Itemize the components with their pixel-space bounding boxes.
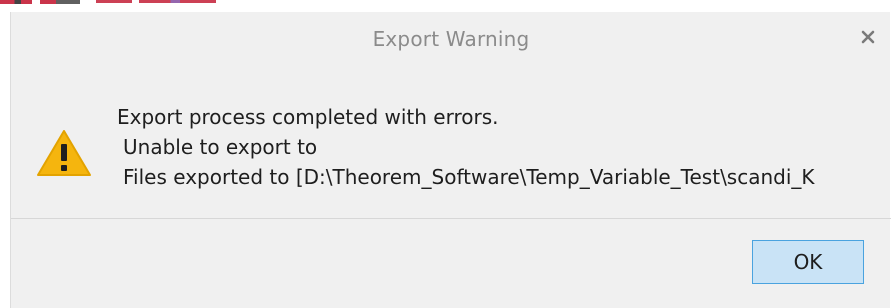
dialog-title: Export Warning [372, 27, 530, 51]
footer-divider [11, 218, 891, 219]
background-text-fragment [0, 0, 80, 4]
background-text-fragment [96, 0, 216, 3]
dialog-content: Export process completed with errors. Un… [11, 68, 891, 218]
message-line: Files exported to [D:\Theorem_Software\T… [123, 165, 815, 189]
background-window-fragment [0, 0, 893, 12]
dialog-message: Export process completed with errors. Un… [117, 102, 877, 192]
dialog-title-bar[interactable]: Export Warning [11, 12, 891, 68]
close-icon [861, 30, 875, 44]
message-line: Unable to export to [123, 135, 318, 159]
ok-button[interactable]: OK [752, 240, 864, 284]
warning-triangle-icon [37, 130, 91, 176]
close-button[interactable] [855, 24, 881, 50]
export-warning-dialog: Export Warning Export process completed … [10, 12, 891, 308]
message-line: Export process completed with errors. [117, 105, 499, 129]
